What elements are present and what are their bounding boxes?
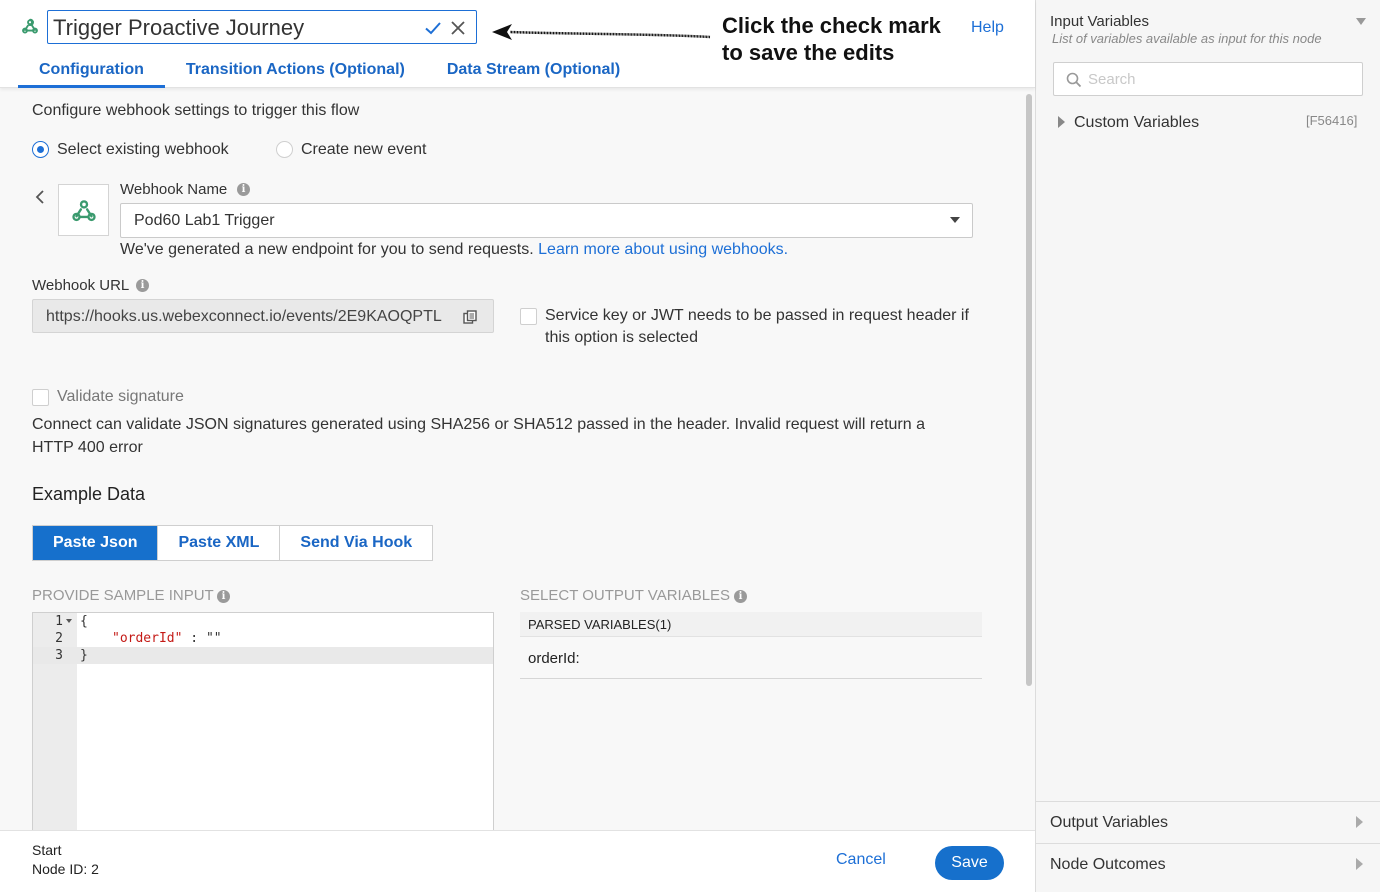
- paste-xml-button[interactable]: Paste XML: [158, 526, 281, 560]
- endpoint-note: We've generated a new endpoint for you t…: [120, 241, 788, 259]
- tab-configuration[interactable]: Configuration: [18, 58, 165, 88]
- radio-select-existing-label: Select existing webhook: [57, 141, 229, 158]
- cancel-button[interactable]: Cancel: [836, 851, 886, 869]
- webhook-name-select[interactable]: Pod60 Lab1 Trigger: [120, 203, 973, 238]
- node-config-panel: Trigger Proactive Journey Click the chec…: [0, 0, 1035, 892]
- collapse-caret-icon[interactable]: [1356, 18, 1366, 25]
- parsed-variables-header: PARSED VARIABLES(1): [520, 612, 982, 637]
- example-data-segmented: Paste Json Paste XML Send Via Hook: [32, 525, 434, 561]
- radio-create-new[interactable]: [276, 141, 293, 158]
- search-input[interactable]: [1088, 69, 1348, 89]
- panel-header: Trigger Proactive Journey Click the chec…: [0, 0, 1035, 88]
- output-vars-label: SELECT OUTPUT VARIABLES: [520, 587, 731, 604]
- webhook-url-field[interactable]: https://hooks.us.webexconnect.io/events/…: [32, 299, 494, 333]
- output-variables-section[interactable]: Output Variables: [1036, 801, 1380, 843]
- webhook-logo-card: [58, 184, 109, 236]
- expand-triangle-icon[interactable]: [1058, 116, 1065, 128]
- webhook-url-label: Webhook URL: [32, 277, 130, 294]
- search-icon: [1066, 72, 1082, 88]
- config-tabs: Configuration Transition Actions (Option…: [18, 58, 641, 88]
- copy-icon[interactable]: [463, 310, 477, 324]
- close-icon[interactable]: [450, 20, 466, 36]
- learn-more-link[interactable]: Learn more about using webhooks.: [538, 241, 788, 258]
- custom-variables-code: [F56416]: [1306, 113, 1358, 128]
- code-line: 1 {: [55, 614, 88, 629]
- node-title-text: Trigger Proactive Journey: [53, 15, 305, 40]
- annotation-arrow-icon: [492, 24, 711, 40]
- info-icon: i: [237, 183, 250, 196]
- info-icon: i: [734, 590, 747, 603]
- code-line: 2 "orderId" : "": [55, 631, 222, 646]
- parsed-variable-row[interactable]: orderId:: [520, 638, 982, 679]
- webhook-name-value: Pod60 Lab1 Trigger: [134, 212, 275, 229]
- service-key-checkbox[interactable]: [520, 308, 537, 325]
- node-label: Start: [32, 842, 62, 858]
- annotation-callout: Click the check mark to save the edits: [722, 13, 941, 65]
- radio-create-new-label: Create new event: [301, 141, 427, 158]
- save-button[interactable]: Save: [935, 846, 1004, 880]
- endpoint-note-text: We've generated a new endpoint for you t…: [120, 241, 534, 258]
- webhook-url-value: https://hooks.us.webexconnect.io/events/…: [46, 308, 442, 325]
- fold-icon[interactable]: [66, 619, 72, 623]
- config-body: Configure webhook settings to trigger th…: [0, 88, 1035, 830]
- validate-signature-label: Validate signature: [57, 388, 184, 405]
- chevron-right-icon: [1356, 858, 1363, 870]
- help-link[interactable]: Help: [971, 19, 1004, 37]
- input-variables-subtitle: List of variables available as input for…: [1052, 31, 1322, 46]
- chevron-right-icon: [1356, 816, 1363, 828]
- info-icon: i: [217, 590, 230, 603]
- send-via-hook-button[interactable]: Send Via Hook: [280, 526, 432, 560]
- panel-footer: Start Node ID: 2 Cancel Save: [0, 830, 1035, 892]
- example-data-heading: Example Data: [32, 484, 146, 504]
- json-editor[interactable]: 1 { 2 "orderId" : "" 3 }: [32, 612, 494, 830]
- webhook-icon: [22, 18, 38, 34]
- sample-input-label: PROVIDE SAMPLE INPUT: [32, 587, 214, 604]
- node-id: Node ID: 2: [32, 861, 99, 877]
- chevron-left-icon[interactable]: [34, 189, 46, 205]
- custom-variables-item[interactable]: Custom Variables: [1074, 114, 1199, 132]
- node-title-input[interactable]: Trigger Proactive Journey: [47, 10, 477, 44]
- tab-transition-actions[interactable]: Transition Actions (Optional): [165, 58, 426, 88]
- webhook-icon: [72, 200, 96, 222]
- vertical-scrollbar[interactable]: [1026, 94, 1032, 686]
- code-line: 3 }: [33, 647, 493, 664]
- webhook-name-label: Webhook Name: [120, 181, 228, 198]
- validate-note: Connect can validate JSON signatures gen…: [32, 416, 925, 456]
- node-outcomes-section[interactable]: Node Outcomes: [1036, 843, 1380, 885]
- input-variables-panel: Input Variables List of variables availa…: [1035, 0, 1380, 892]
- config-intro: Configure webhook settings to trigger th…: [32, 102, 360, 119]
- variable-search[interactable]: [1053, 62, 1363, 96]
- service-key-text: Service key or JWT needs to be passed in…: [545, 307, 969, 346]
- paste-json-button[interactable]: Paste Json: [33, 526, 159, 560]
- chevron-down-icon: [950, 217, 960, 223]
- tab-data-stream[interactable]: Data Stream (Optional): [426, 58, 641, 88]
- validate-signature-checkbox[interactable]: [32, 389, 49, 406]
- check-icon[interactable]: [424, 19, 442, 37]
- info-icon: i: [136, 279, 149, 292]
- radio-select-existing[interactable]: [32, 141, 49, 158]
- input-variables-title: Input Variables: [1050, 13, 1149, 30]
